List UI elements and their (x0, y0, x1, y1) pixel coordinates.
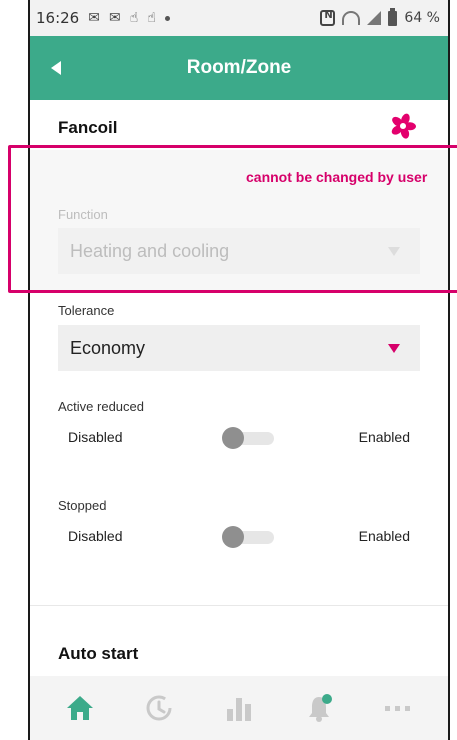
active-reduced-row: Disabled Enabled (58, 426, 420, 450)
chart-icon (226, 698, 251, 721)
back-button[interactable] (44, 56, 68, 80)
app-bar: Room/Zone (30, 36, 448, 100)
stopped-enabled-label: Enabled (358, 528, 410, 544)
battery-percent: 64 % (404, 10, 440, 26)
nfc-icon (320, 10, 336, 26)
stopped-row: Disabled Enabled (58, 525, 420, 549)
content-area[interactable]: Fancoil Function Heating and cooling Tol… (30, 100, 448, 676)
function-value: Heating and cooling (70, 240, 230, 261)
status-bar: 16:26 ✉ ✉ ☝ ☝ 64 % (30, 0, 448, 36)
fancoil-title: Fancoil (58, 118, 118, 137)
page-title: Room/Zone (186, 57, 292, 78)
touch-icon: ☝ (147, 10, 156, 26)
back-arrow-icon (51, 61, 61, 75)
stopped-label: Stopped (58, 498, 107, 513)
section-divider (30, 605, 448, 606)
dropdown-caret-icon (388, 344, 400, 353)
dot-icon (164, 15, 170, 21)
function-label: Function (58, 207, 108, 222)
tolerance-value: Economy (70, 337, 146, 358)
nav-charts[interactable] (215, 684, 263, 732)
phone-screen: 16:26 ✉ ✉ ☝ ☝ 64 % Room/Zone Fancoil (28, 0, 450, 740)
active-reduced-disabled-label: Disabled (68, 429, 123, 445)
tolerance-label: Tolerance (58, 303, 115, 318)
stopped-disabled-label: Disabled (68, 528, 123, 544)
nav-more[interactable] (374, 684, 422, 732)
tolerance-select[interactable]: Economy (58, 325, 420, 371)
nav-history[interactable] (135, 684, 183, 732)
auto-start-title: Auto start (58, 644, 139, 663)
active-reduced-label: Active reduced (58, 399, 144, 414)
fan-icon (391, 113, 416, 139)
gmail-icon: ✉ (108, 10, 121, 26)
more-icon (385, 706, 411, 711)
stopped-toggle[interactable] (222, 525, 276, 549)
active-reduced-enabled-label: Enabled (358, 429, 410, 445)
home-icon (66, 696, 93, 720)
notification-bell-icon (308, 694, 332, 722)
touch-icon: ☝ (129, 10, 139, 26)
wifi-icon (342, 11, 361, 25)
gmail-icon: ✉ (88, 10, 100, 26)
bottom-navigation (30, 676, 448, 740)
status-time: 16:26 (36, 9, 80, 27)
nav-home[interactable] (56, 684, 104, 732)
dropdown-caret-icon (388, 247, 400, 256)
annotation-text: cannot be changed by user (246, 169, 428, 185)
toggle-knob (222, 526, 244, 548)
active-reduced-toggle[interactable] (222, 426, 276, 450)
signal-icon (367, 11, 382, 25)
toggle-knob (222, 427, 244, 449)
nav-notifications[interactable] (295, 684, 343, 732)
battery-icon (388, 7, 398, 26)
history-icon (146, 695, 172, 721)
function-select: Heating and cooling (58, 228, 420, 274)
